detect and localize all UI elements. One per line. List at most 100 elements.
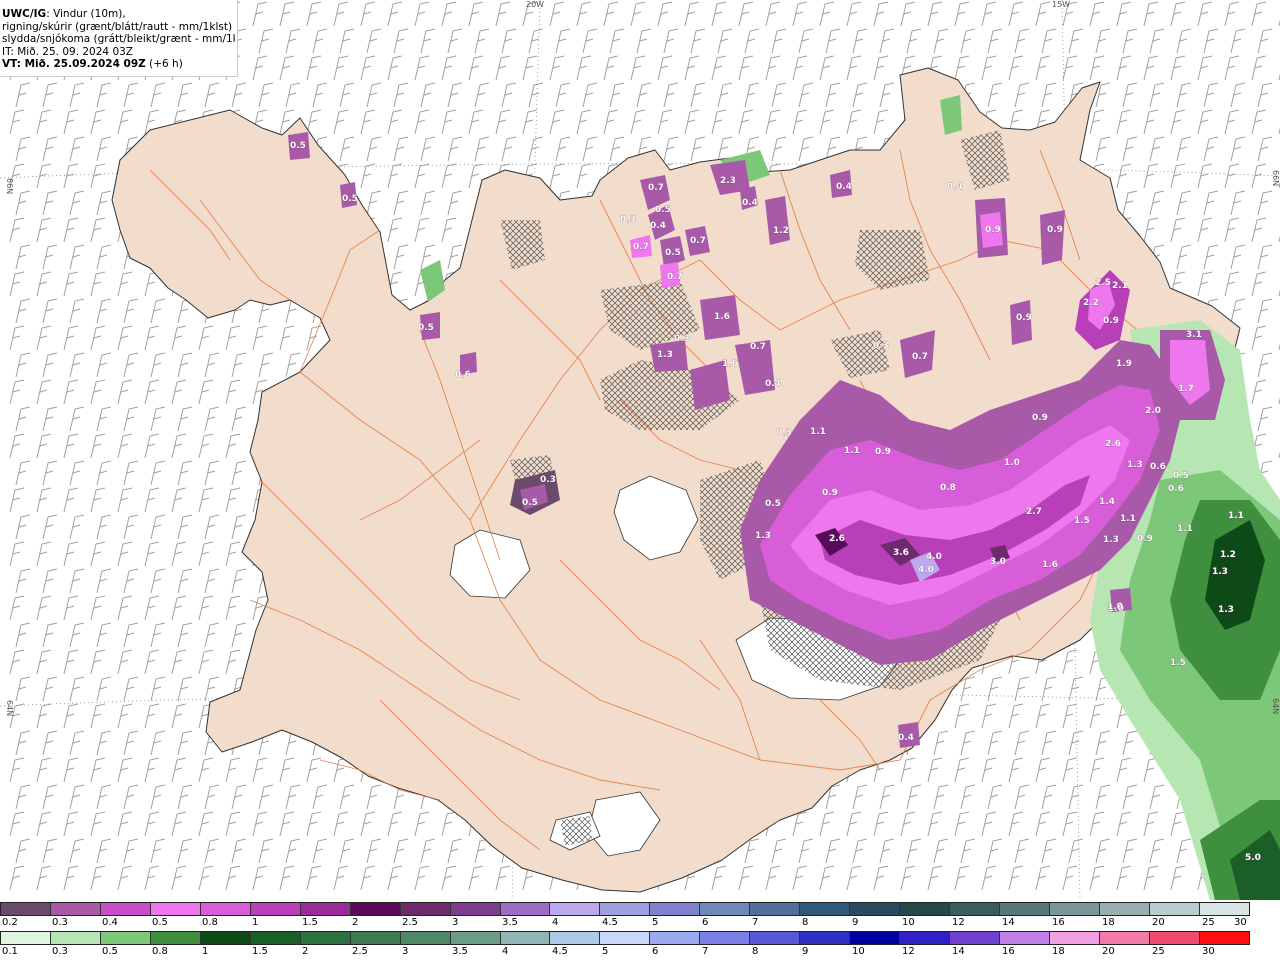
legend-color-cell xyxy=(1000,903,1051,915)
legend-color-cell xyxy=(300,903,351,915)
precip-label: 1.1 xyxy=(1120,514,1136,524)
precip-label: 1.6 xyxy=(722,359,738,369)
legend-color-cell xyxy=(700,903,751,915)
legend-color-cell xyxy=(550,903,601,915)
lat-label-66n-right: 66N xyxy=(1271,170,1280,186)
precip-label: 1.4 xyxy=(1099,497,1115,507)
rain-legend-bar xyxy=(0,931,1250,945)
precip-label: 1.1 xyxy=(1228,511,1244,521)
precip-label: 2.6 xyxy=(829,534,845,544)
legend-color-cell xyxy=(1050,932,1100,944)
legend-tick-label: 9 xyxy=(852,917,859,928)
precip-label: 1.9 xyxy=(1116,359,1132,369)
precip-label: 0.5 xyxy=(522,498,538,508)
legend-color-cell xyxy=(650,932,701,944)
legend-tick-label: 3.5 xyxy=(452,946,468,957)
precip-label: 0.7 xyxy=(690,236,706,246)
legend-color-cell xyxy=(450,932,501,944)
legend-tick-label: 1 xyxy=(202,946,209,957)
legend-tick-label: 0.3 xyxy=(52,946,68,957)
legend-color-cell xyxy=(150,932,201,944)
legend-tick-label: 3 xyxy=(402,946,409,957)
model-description: : Vindur (10m), xyxy=(46,8,126,20)
legend-tick-label: 2.5 xyxy=(352,946,368,957)
legend-tick-label: 4.5 xyxy=(602,917,618,928)
precip-label: 0.9 xyxy=(1047,225,1063,235)
precip-label: 0.5 xyxy=(342,194,358,204)
legend-tick-label: 12 xyxy=(952,917,965,928)
precip-label: 2.3 xyxy=(720,176,736,186)
legend-color-cell xyxy=(300,932,351,944)
snow-legend-labels: 0.2 0.3 0.4 0.5 0.8 1 1.5 2 2.5 3 3.5 4 4.5 5 6 7 8 9 10 12… xyxy=(0,917,1250,931)
legend-tick-label: 18 xyxy=(1052,946,1065,957)
legend-tick-label: 3 xyxy=(452,917,459,928)
precip-label: 1.0 xyxy=(1004,458,1020,468)
legend-color-cell xyxy=(950,932,1001,944)
legend-tick-label: 14 xyxy=(1002,917,1015,928)
legend-tick-label: 5 xyxy=(652,917,659,928)
precip-label: 0.9 xyxy=(822,488,838,498)
legend-color-cell xyxy=(400,932,451,944)
legend-tick-label: 5 xyxy=(602,946,609,957)
legend-tick-label: 25 xyxy=(1152,946,1165,957)
legend-color-cell xyxy=(100,932,151,944)
legend-color-cell xyxy=(800,903,851,915)
legend-color-cell xyxy=(1099,903,1150,915)
precip-label: 2.1 xyxy=(1112,281,1128,291)
legend-tick-label: 16 xyxy=(1052,917,1065,928)
legend-tick-label: 12 xyxy=(902,946,915,957)
precip-label: 0.4 xyxy=(898,733,914,743)
precip-label: 0.4 xyxy=(742,198,758,208)
legend-color-cell xyxy=(800,932,851,944)
legend-color-cell xyxy=(750,903,801,915)
legend-tick-label: 0.3 xyxy=(52,917,68,928)
info-line-3: slydda/snjókoma (grátt/bleikt/grænt - mm… xyxy=(2,33,235,46)
precip-label: 3.0 xyxy=(990,557,1006,567)
legend-tick-label: 0.5 xyxy=(102,946,118,957)
precip-label: 0.9 xyxy=(1103,316,1119,326)
precip-label: 3.6 xyxy=(893,548,909,558)
precip-label: 1.3 xyxy=(1212,567,1228,577)
legend-tick-label: 8 xyxy=(752,946,759,957)
info-line-2: rigning/skúrir (grænt/blátt/rautt - mm/1… xyxy=(2,20,235,33)
legend-color-cell xyxy=(1,903,51,915)
precip-label: 1.6 xyxy=(714,312,730,322)
legend-tick-label: 20 xyxy=(1102,946,1115,957)
legend-tick-label: 25 xyxy=(1202,917,1215,928)
precip-label: 0.7 xyxy=(648,183,664,193)
legend-tick-label: 2 xyxy=(302,946,309,957)
precip-label: 0.4 xyxy=(836,182,852,192)
precip-label: 0.5 xyxy=(1173,471,1189,481)
model-name: UWC/IG xyxy=(2,8,47,20)
legend-tick-label: 10 xyxy=(852,946,865,957)
legend-color-cell xyxy=(100,903,151,915)
precip-label: 0.9 xyxy=(1032,413,1048,423)
precip-label: 0.5 xyxy=(655,205,671,215)
precip-label: 1.2 xyxy=(773,226,789,236)
legend-tick-label: 3.5 xyxy=(502,917,518,928)
snow-legend-bar xyxy=(0,902,1250,916)
legend-tick-label: 2.5 xyxy=(402,917,418,928)
legend-tick-label: 1.5 xyxy=(252,946,268,957)
precip-label: 0.9 xyxy=(875,447,891,457)
legend-tick-label: 0.8 xyxy=(202,917,218,928)
legend-tick-label: 2 xyxy=(352,917,359,928)
forecast-map: 20W 15W 66N 66N 64N 64N 0.5 0.5 0.7 0.3 … xyxy=(0,0,1280,900)
precip-label: 0.9 xyxy=(1137,534,1153,544)
legend-tick-label: 6 xyxy=(652,946,659,957)
precip-label: 0.7 xyxy=(912,352,928,362)
lon-label-20w: 20W xyxy=(526,0,544,9)
precip-label: 0.6 xyxy=(455,370,471,380)
legend-color-cell xyxy=(900,932,951,944)
legend-tick-label: 7 xyxy=(752,917,759,928)
legend-tick-label: 0.5 xyxy=(152,917,168,928)
precip-label: 0.4 xyxy=(765,379,781,389)
precip-label: 1.2 xyxy=(1220,550,1236,560)
legend-color-cell xyxy=(1199,932,1249,944)
precip-label: 1.3 xyxy=(657,350,673,360)
legend-color-cell xyxy=(350,903,401,915)
precip-label: 2.6 xyxy=(1105,439,1121,449)
lat-label-66n-left: 66N xyxy=(5,178,14,194)
legend-tick-label: 4 xyxy=(552,917,559,928)
precip-label: 0.5 xyxy=(290,141,306,151)
